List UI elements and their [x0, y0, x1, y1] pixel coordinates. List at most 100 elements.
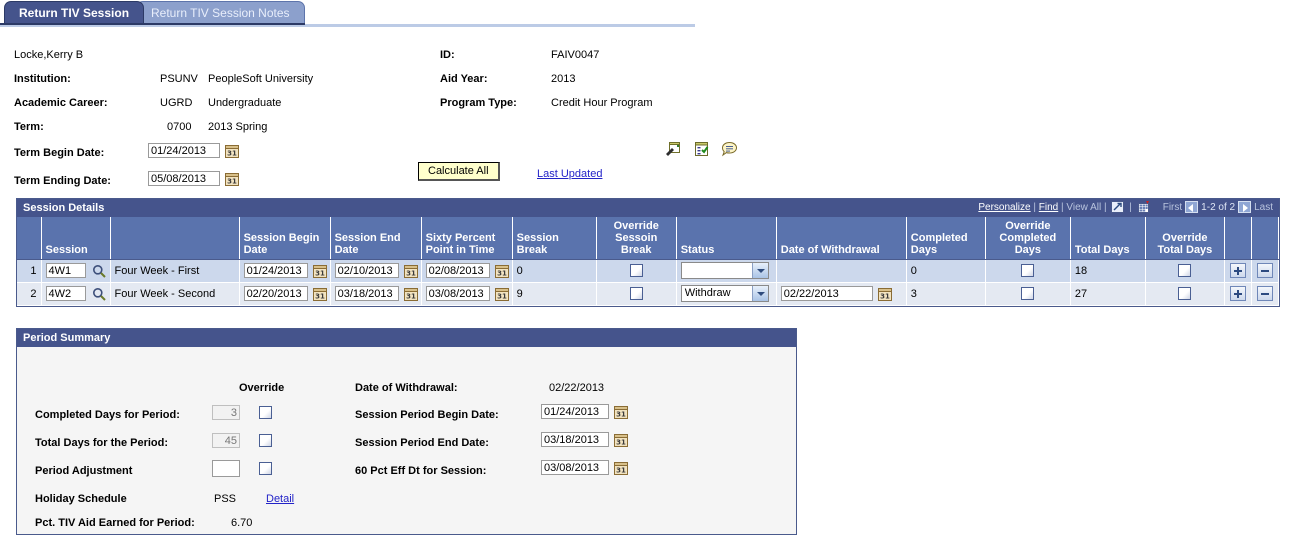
download-grid-icon[interactable] [1137, 201, 1150, 214]
calculate-all-button[interactable]: Calculate All [418, 162, 500, 181]
remove-row-button[interactable] [1256, 263, 1273, 278]
calendar-icon[interactable]: 31 [312, 287, 327, 301]
comment-bubble-icon[interactable] [721, 141, 738, 160]
session-break-value: 9 [512, 282, 597, 306]
calendar-icon[interactable]: 31 [225, 172, 240, 186]
add-row-button[interactable] [1229, 286, 1246, 301]
nav-sep: | [1104, 202, 1107, 213]
completed-days-for-period-value: 3 [212, 405, 240, 420]
calendar-icon[interactable]: 31 [614, 405, 629, 419]
aid-year-label: Aid Year: [440, 73, 488, 85]
view-all-link[interactable]: View All [1066, 202, 1101, 213]
session-details-table: Session Session Begin Date Session End D… [17, 217, 1280, 306]
status-dropdown[interactable]: Withdraw [680, 285, 769, 302]
holiday-schedule-label: Holiday Schedule [35, 493, 127, 505]
sixty-percent-date-cell: 03/08/2013 31 [421, 282, 513, 306]
override-completed-days-for-period-checkbox[interactable] [259, 406, 273, 419]
previous-page-icon[interactable] [1185, 201, 1199, 214]
svg-text:31: 31 [227, 177, 237, 185]
override-total-days-checkbox[interactable] [1178, 264, 1192, 277]
session-period-end-date-input[interactable]: 03/18/2013 [541, 432, 609, 447]
override-period-adjustment-checkbox[interactable] [259, 462, 273, 475]
total-days-value: 27 [1070, 282, 1146, 306]
institution-code: PSUNV [160, 73, 198, 85]
status-value: Withdraw [684, 287, 731, 299]
find-link[interactable]: Find [1039, 202, 1058, 213]
tab-return-tiv-session[interactable]: Return TIV Session [4, 1, 145, 23]
next-page-icon[interactable] [1238, 201, 1252, 214]
status-dropdown[interactable] [680, 262, 769, 279]
session-period-begin-date-input[interactable]: 01/24/2013 [541, 404, 609, 419]
date-of-withdrawal-input[interactable]: 02/22/2013 [780, 286, 873, 301]
session-begin-date-input[interactable]: 02/20/2013 [243, 286, 308, 301]
date-of-withdrawal-value: 02/22/2013 [549, 382, 605, 394]
calendar-icon[interactable]: 31 [614, 461, 629, 475]
total-days-for-period-label: Total Days for the Period: [35, 437, 169, 449]
term-ending-date-group: 05/08/2013 31 [148, 171, 240, 186]
sixty-percent-date-input[interactable]: 02/08/2013 [425, 263, 490, 278]
notepad-pen-icon[interactable] [665, 141, 682, 160]
remove-row-cell [1251, 259, 1280, 283]
calendar-icon[interactable]: 31 [877, 287, 892, 301]
calendar-icon[interactable]: 31 [403, 264, 418, 278]
override-completed-days-checkbox[interactable] [1021, 287, 1035, 300]
calendar-icon[interactable]: 31 [403, 287, 418, 301]
id-value: FAIV0047 [551, 49, 600, 61]
term-begin-date-input[interactable]: 01/24/2013 [148, 143, 220, 158]
completed-days-value: 3 [906, 282, 986, 306]
sixty-percent-date-input[interactable]: 03/08/2013 [425, 286, 490, 301]
chevron-down-icon [751, 263, 768, 278]
holiday-schedule-detail-link[interactable]: Detail [266, 493, 294, 505]
remove-row-button[interactable] [1256, 286, 1273, 301]
add-row-button[interactable] [1229, 263, 1246, 278]
term-code: 0700 [167, 121, 192, 133]
table-row: 2 4W2 Four Week - Second 02/20/2013 31 0… [17, 282, 1280, 306]
override-total-days-for-period-checkbox[interactable] [259, 434, 273, 447]
last-updated-link[interactable]: Last Updated [537, 168, 602, 180]
session-begin-date-cell: 02/20/2013 31 [239, 282, 331, 306]
override-session-break-checkbox[interactable] [629, 264, 643, 277]
session-code-input[interactable]: 4W2 [45, 286, 86, 301]
institution-label: Institution: [14, 73, 71, 85]
program-type-value: Credit Hour Program [551, 97, 653, 109]
term-ending-date-label: Term Ending Date: [14, 175, 111, 187]
first-label[interactable]: First [1163, 202, 1182, 213]
completed-days-value: 0 [906, 259, 986, 283]
session-code-input[interactable]: 4W1 [45, 263, 86, 278]
override-session-break-checkbox[interactable] [629, 287, 643, 300]
session-begin-date-input[interactable]: 01/24/2013 [243, 263, 308, 278]
expand-icon[interactable] [1111, 201, 1125, 214]
col-override-session-break: Override Sessoin Break [596, 217, 677, 260]
override-completed-days-cell [985, 282, 1071, 306]
col-override-completed-days: Override Completed Days [985, 217, 1071, 260]
last-label[interactable]: Last [1254, 202, 1273, 213]
lookup-search-icon[interactable] [92, 264, 106, 278]
academic-career-label: Academic Career: [14, 97, 108, 109]
calendar-icon[interactable]: 31 [225, 144, 240, 158]
tab-return-tiv-session-notes[interactable]: Return TIV Session Notes [136, 1, 305, 23]
completed-days-for-period-group: 3 [212, 405, 273, 420]
calendar-icon[interactable]: 31 [614, 433, 629, 447]
calendar-icon[interactable]: 31 [494, 287, 509, 301]
row-number: 1 [17, 259, 42, 283]
grid-navigation: Personalize | Find | View All | | First 1… [978, 199, 1273, 217]
lookup-search-icon[interactable] [92, 287, 106, 301]
session-end-date-input[interactable]: 03/18/2013 [334, 286, 399, 301]
sixty-pct-eff-dt-input[interactable]: 03/08/2013 [541, 460, 609, 475]
status-cell [676, 259, 777, 283]
checklist-icon[interactable] [693, 141, 710, 160]
term-ending-date-input[interactable]: 05/08/2013 [148, 171, 220, 186]
override-completed-days-checkbox[interactable] [1021, 264, 1035, 277]
calendar-icon[interactable]: 31 [312, 264, 327, 278]
calendar-icon[interactable]: 31 [494, 264, 509, 278]
override-total-days-checkbox[interactable] [1178, 287, 1192, 300]
session-end-date-input[interactable]: 02/10/2013 [334, 263, 399, 278]
period-summary-title: Period Summary [17, 329, 796, 347]
period-adjustment-input[interactable] [212, 460, 240, 477]
nav-sep: | [1033, 202, 1036, 213]
personalize-link[interactable]: Personalize [978, 202, 1030, 213]
page-counter: 1-2 of 2 [1201, 202, 1236, 213]
calculate-all-button-wrap: Calculate All [418, 162, 500, 181]
date-of-withdrawal-cell [776, 259, 907, 283]
tab-label: Return TIV Session [19, 6, 130, 20]
